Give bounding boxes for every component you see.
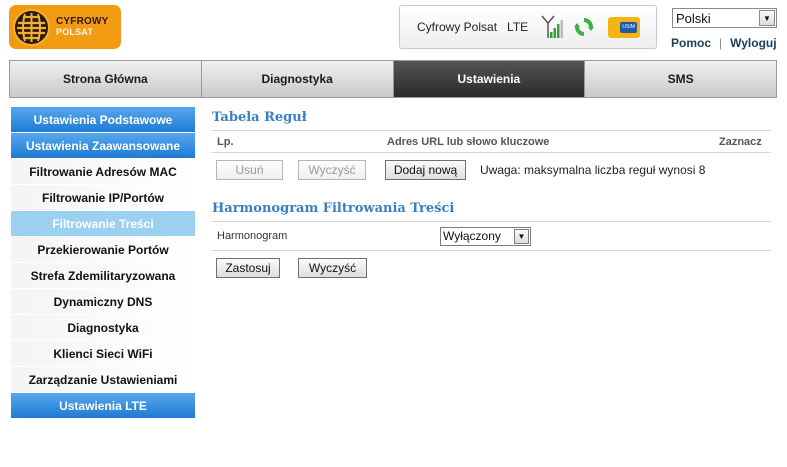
sim-label: USIM	[620, 21, 638, 33]
sidebar-item-dmz[interactable]: Strefa Zdemilitaryzowana	[11, 263, 195, 289]
schedule-select[interactable]: Wyłączony ▼	[440, 226, 531, 246]
help-link[interactable]: Pomoc	[671, 36, 711, 50]
refresh-arrows-icon	[574, 18, 595, 36]
schedule-label: Harmonogram	[217, 230, 288, 242]
tab-home[interactable]: Strona Główna	[10, 61, 202, 97]
top-links: Pomoc | Wyloguj	[671, 36, 777, 50]
language-select[interactable]: Polski ▼	[672, 8, 777, 28]
logo-line-1: CYFROWY	[56, 16, 109, 27]
main-content: Tabela Reguł Lp. Adres URL lub słowo klu…	[211, 104, 771, 285]
tab-diagnostics[interactable]: Diagnostyka	[201, 61, 394, 97]
rules-table-header: Lp. Adres URL lub słowo kluczowe Zaznacz	[211, 131, 771, 153]
sidebar-item-dynamic-dns[interactable]: Dynamiczny DNS	[11, 289, 195, 315]
link-separator: |	[719, 36, 723, 50]
rules-button-row: Usuń Wyczyść Dodaj nową Uwaga: maksymaln…	[211, 153, 771, 187]
column-url-keyword: Adres URL lub słowo kluczowe	[387, 135, 550, 148]
operator-name: Cyfrowy Polsat	[417, 20, 498, 34]
sidebar-item-mac-filtering[interactable]: Filtrowanie Adresów MAC	[11, 159, 195, 185]
logout-link[interactable]: Wyloguj	[730, 36, 776, 50]
rules-table-title: Tabela Reguł	[212, 109, 307, 125]
sidebar-item-advanced-settings[interactable]: Ustawienia Zaawansowane	[11, 133, 195, 159]
network-type: LTE	[507, 20, 529, 34]
sidebar-item-lte-settings[interactable]: Ustawienia LTE	[11, 393, 195, 419]
sidebar-item-ip-port-filtering[interactable]: Filtrowanie IP/Portów	[11, 185, 195, 211]
max-rules-note: Uwaga: maksymalna liczba reguł wynosi 8	[480, 163, 706, 177]
language-selected: Polski	[676, 10, 711, 26]
tab-sms[interactable]: SMS	[585, 61, 776, 97]
clear-schedule-button[interactable]: Wyczyść	[298, 258, 367, 278]
main-navigation: Strona Główna Diagnostyka Ustawienia SMS	[9, 60, 777, 98]
tab-settings[interactable]: Ustawienia	[393, 61, 586, 97]
schedule-title: Harmonogram Filtrowania Treści	[212, 200, 455, 216]
sidebar: Ustawienia Podstawowe Ustawienia Zaawans…	[11, 107, 195, 419]
add-new-rule-button[interactable]: Dodaj nową	[385, 160, 466, 180]
logo-wordmark: CYFROWY POLSAT	[56, 16, 109, 38]
schedule-selected: Wyłączony	[443, 229, 501, 243]
schedule-row: Harmonogram Wyłączony ▼	[211, 221, 771, 251]
chevron-down-icon: ▼	[514, 228, 529, 244]
chevron-down-icon: ▼	[759, 10, 775, 26]
sidebar-item-settings-management[interactable]: Zarządzanie Ustawieniami	[11, 367, 195, 393]
column-select: Zaznacz	[719, 135, 762, 148]
sidebar-item-wifi-clients[interactable]: Klienci Sieci WiFi	[11, 341, 195, 367]
sidebar-item-basic-settings[interactable]: Ustawienia Podstawowe	[11, 107, 195, 133]
column-lp: Lp.	[217, 135, 234, 148]
sidebar-item-diagnostics[interactable]: Diagnostyka	[11, 315, 195, 341]
clear-rules-button[interactable]: Wyczyść	[298, 160, 366, 180]
sidebar-item-content-filtering[interactable]: Filtrowanie Treści	[11, 211, 195, 237]
cyfrowy-polsat-logo[interactable]: CYFROWY POLSAT	[9, 5, 121, 49]
connection-status-panel: Cyfrowy Polsat LTE USIM	[399, 5, 657, 49]
apply-button[interactable]: Zastosuj	[216, 258, 280, 278]
logo-line-2: POLSAT	[56, 27, 94, 37]
globe-icon	[13, 8, 50, 46]
sidebar-item-port-forwarding[interactable]: Przekierowanie Portów	[11, 237, 195, 263]
sim-card-icon: USIM	[608, 16, 641, 38]
schedule-button-row: Zastosuj Wyczyść	[211, 251, 771, 285]
delete-button[interactable]: Usuń	[216, 160, 283, 180]
antenna-signal-icon	[541, 15, 564, 38]
